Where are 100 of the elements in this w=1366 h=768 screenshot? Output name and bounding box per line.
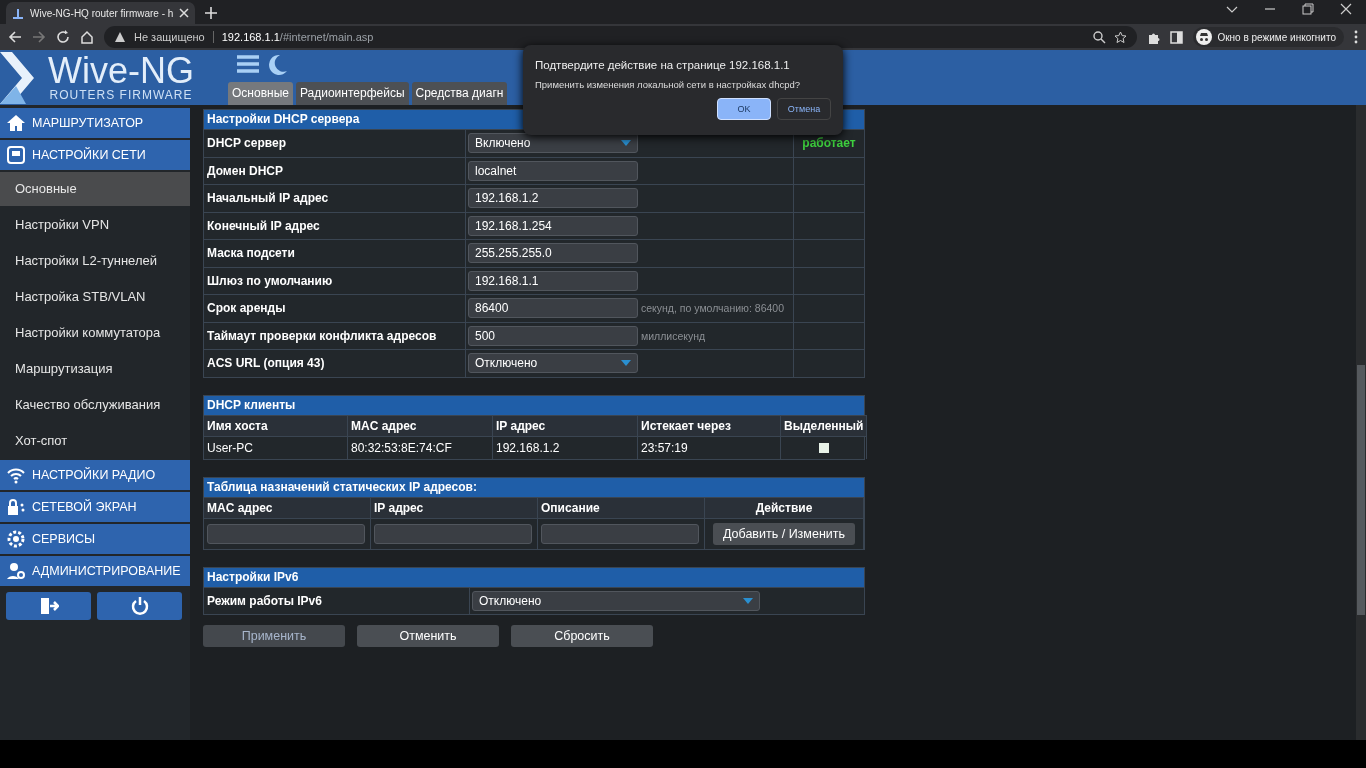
- security-label: Не защищено: [134, 31, 214, 43]
- scrollbar-thumb[interactable]: [1357, 365, 1365, 615]
- sidebar-section[interactable]: СЕТЕВОЙ ЭКРАН: [0, 492, 190, 522]
- column-header: IP адрес: [493, 414, 638, 436]
- text-field[interactable]: 500: [468, 325, 638, 346]
- sidebar-section[interactable]: НАСТРОЙКИ РАДИО: [0, 460, 190, 490]
- status-text: работает: [802, 136, 856, 151]
- scrollbar[interactable]: [1356, 105, 1366, 740]
- nav-tab[interactable]: Основные: [228, 82, 293, 105]
- incognito-icon: [1196, 29, 1213, 45]
- house-icon: [6, 113, 26, 133]
- section-title: Настройки IPv6: [204, 567, 864, 587]
- sidebar-item[interactable]: Настройки VPN: [0, 208, 190, 242]
- moon-icon: [266, 54, 288, 76]
- field-label: Конечный IP адрес: [204, 212, 466, 239]
- browser-tab[interactable]: Wive-NG-HQ router firmware - h: [6, 2, 196, 24]
- user-gear-icon: [6, 561, 26, 581]
- dropdown-caret-icon: [621, 360, 631, 367]
- column-header: Истекает через: [638, 414, 781, 436]
- lock-icon: [6, 497, 26, 517]
- text-field[interactable]: 192.168.1.1: [468, 270, 638, 291]
- more-icon: [1354, 30, 1358, 44]
- table-cell: User-PC: [204, 435, 348, 459]
- field-label: Режим работы IPv6: [204, 587, 470, 614]
- nav-tab[interactable]: Средства диагн: [411, 82, 508, 105]
- ethernet-port-icon: [6, 145, 26, 165]
- add-edit-button[interactable]: Добавить / Изменить: [713, 522, 855, 545]
- power-icon: [129, 596, 150, 616]
- text-field[interactable]: 86400: [468, 298, 638, 319]
- sidebar-item[interactable]: Настройки коммутатора: [0, 316, 190, 350]
- sidebar-section[interactable]: МАРШРУТИЗАТОР: [0, 108, 190, 138]
- restore-icon: [1302, 3, 1314, 15]
- input-field[interactable]: [541, 523, 699, 544]
- gear-icon: [6, 529, 26, 549]
- dropdown-caret-icon: [621, 140, 631, 147]
- sidebar-item[interactable]: Хот-спот: [0, 424, 190, 458]
- field-label: ACS URL (опция 43): [204, 350, 466, 377]
- door-exit-icon: [38, 596, 59, 616]
- close-icon: [1340, 3, 1352, 15]
- sidebar-item[interactable]: Настройка STB/VLAN: [0, 280, 190, 314]
- column-header: Описание: [538, 496, 705, 518]
- input-field[interactable]: [207, 523, 365, 544]
- url-text: 192.168.1.1/#internet/main.asp: [221, 31, 374, 43]
- zoom-icon: [1093, 30, 1107, 44]
- field-label: Таймаут проверки конфликта адресов: [204, 322, 466, 349]
- address-bar[interactable]: Не защищено 192.168.1.1/#internet/main.asp: [104, 26, 1138, 48]
- forward-arrow-icon: [32, 30, 46, 44]
- dropdown[interactable]: Включено: [468, 133, 638, 154]
- dropdown[interactable]: Отключено: [472, 590, 760, 611]
- column-header: Выделенный: [781, 414, 868, 436]
- close-icon: [179, 8, 190, 18]
- table-cell: 23:57:19: [638, 435, 781, 459]
- incognito-button[interactable]: Окно в режиме инкогнито: [1193, 27, 1344, 47]
- field-label: Домен DHCP: [204, 157, 466, 184]
- warning-icon: [114, 31, 126, 43]
- menu-icon: [236, 54, 260, 74]
- column-header: IP адрес: [371, 496, 538, 518]
- power-button[interactable]: [97, 592, 182, 620]
- action-button[interactable]: Сбросить: [511, 625, 653, 647]
- section-title: Таблица назначений статических IP адресов:: [204, 477, 864, 497]
- checkbox[interactable]: [818, 442, 829, 453]
- sidebar-section[interactable]: СЕРВИСЫ: [0, 524, 190, 554]
- sidebar-item[interactable]: Основные: [0, 172, 190, 206]
- table-cell: 192.168.1.2: [493, 435, 638, 459]
- column-header: Действие: [705, 496, 864, 518]
- ok-button[interactable]: OK: [717, 98, 771, 120]
- reload-icon: [56, 30, 70, 44]
- router-favicon-icon: [12, 7, 24, 19]
- logout-button[interactable]: [6, 592, 91, 620]
- field-label: Шлюз по умолчанию: [204, 267, 466, 294]
- section-title: DHCP клиенты: [204, 395, 864, 415]
- home-icon: [80, 30, 94, 44]
- sidebar-section[interactable]: АДМИНИСТРИРОВАНИЕ: [0, 556, 190, 586]
- new-tab-icon: [205, 7, 218, 19]
- sidebar-item[interactable]: Настройки L2-туннелей: [0, 244, 190, 278]
- field-label: Маска подсети: [204, 240, 466, 267]
- field-hint: секунд, по умолчанию: 86400: [641, 302, 784, 315]
- logo-chevron-icon: [0, 51, 36, 104]
- sidebar-icon: [1170, 30, 1184, 44]
- dropdown[interactable]: Отключено: [468, 353, 638, 374]
- text-field[interactable]: localnet: [468, 160, 638, 181]
- sidebar-section[interactable]: НАСТРОЙКИ СЕТИ: [0, 140, 190, 170]
- nav-tab[interactable]: Радиоинтерфейсы: [295, 82, 409, 105]
- back-arrow-icon: [8, 30, 22, 44]
- text-field[interactable]: 255.255.255.0: [468, 243, 638, 264]
- text-field[interactable]: 192.168.1.2: [468, 188, 638, 209]
- sidebar-item[interactable]: Качество обслуживания: [0, 388, 190, 422]
- text-field[interactable]: 192.168.1.254: [468, 215, 638, 236]
- input-field[interactable]: [374, 523, 532, 544]
- dropdown-caret-icon: [743, 597, 753, 604]
- sidebar-item[interactable]: Маршрутизация: [0, 352, 190, 386]
- column-header: MAC адрес: [348, 414, 493, 436]
- cancel-button[interactable]: Отмена: [777, 98, 831, 120]
- action-button[interactable]: Отменить: [357, 625, 499, 647]
- logo-title: Wive-NG: [48, 53, 194, 88]
- table-cell: 80:32:53:8E:74:CF: [348, 435, 493, 459]
- dialog-message: Применить изменения локальной сети в настройках dhcpd?: [535, 79, 802, 90]
- field-label: Срок аренды: [204, 295, 466, 322]
- field-label: Начальный IP адрес: [204, 185, 466, 212]
- column-header: MAC адрес: [204, 496, 371, 518]
